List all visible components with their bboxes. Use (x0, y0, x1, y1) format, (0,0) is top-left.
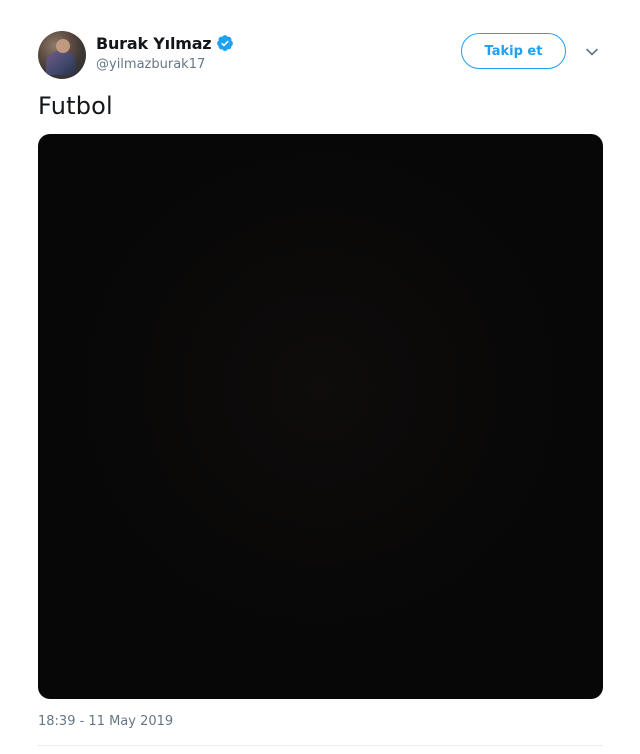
tweet-media-image[interactable] (38, 134, 603, 699)
chevron-down-icon (586, 48, 598, 56)
author-name-row[interactable]: Burak Yılmaz (96, 32, 234, 54)
tweet-timestamp[interactable]: 18:39 - 11 May 2019 (38, 714, 173, 729)
tweet-text: Futbol (38, 92, 113, 120)
tweet-card: Burak Yılmaz @yilmazburak17 Takip et Fut… (0, 0, 640, 754)
avatar[interactable] (38, 31, 86, 79)
display-name[interactable]: Burak Yılmaz (96, 34, 212, 53)
verified-badge-icon (217, 35, 234, 51)
follow-button[interactable]: Takip et (461, 33, 566, 69)
author-handle[interactable]: @yilmazburak17 (96, 57, 205, 72)
more-options-button[interactable] (582, 43, 602, 61)
divider (38, 745, 603, 746)
